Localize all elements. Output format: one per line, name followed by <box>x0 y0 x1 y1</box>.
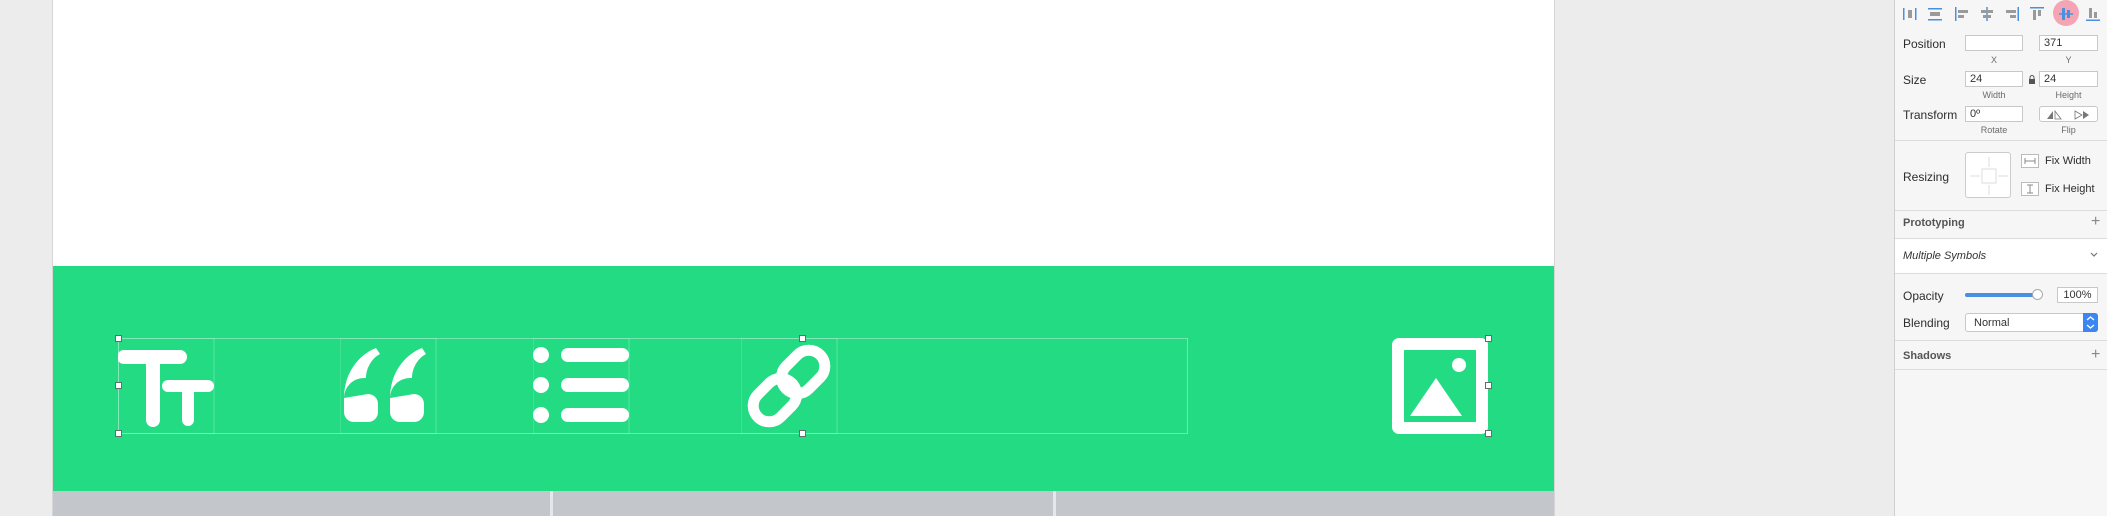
resize-handle[interactable] <box>115 430 122 437</box>
flip-caption: Flip <box>2061 125 2076 135</box>
divider <box>1895 273 2107 274</box>
image-icon[interactable] <box>1392 338 1488 434</box>
chevron-down-icon <box>2089 249 2099 263</box>
height-field[interactable]: 24 <box>2039 71 2098 87</box>
flip-control <box>2039 106 2098 122</box>
inspector-panel: Position 371 X Y Size 24 24 Width Height… <box>1894 0 2107 516</box>
text-size-icon[interactable] <box>118 338 218 434</box>
prototyping-add-button[interactable]: + <box>2091 214 2100 230</box>
position-x-caption: X <box>1990 55 1997 65</box>
resize-handle[interactable] <box>115 335 122 342</box>
align-center-horizontal-icon[interactable] <box>1978 5 1996 23</box>
align-middle-vertical-icon[interactable] <box>2057 5 2075 23</box>
rotate-caption: Rotate <box>1980 125 2008 135</box>
resize-handle[interactable] <box>1485 430 1492 437</box>
artboard[interactable] <box>53 0 1554 516</box>
align-bottom-icon[interactable] <box>2084 5 2102 23</box>
fix-width-icon[interactable] <box>2021 154 2039 171</box>
divider <box>1895 369 2107 370</box>
divider <box>1895 210 2107 211</box>
link-icon[interactable] <box>741 338 841 434</box>
position-label: Position <box>1903 37 1946 51</box>
position-y-caption: Y <box>2065 55 2072 65</box>
resize-handle[interactable] <box>115 382 122 389</box>
symbols-dropdown[interactable]: Multiple Symbols <box>1895 239 2107 273</box>
quote-icon[interactable] <box>340 338 440 434</box>
lock-icon[interactable] <box>2028 74 2036 88</box>
rotate-field[interactable]: 0º <box>1965 106 2023 122</box>
blending-value: Normal <box>1974 317 2010 329</box>
opacity-label: Opacity <box>1903 289 1944 303</box>
flip-horizontal-icon[interactable] <box>2046 109 2062 123</box>
divider <box>1895 340 2107 341</box>
fix-width-label[interactable]: Fix Width <box>2045 155 2091 167</box>
list-icon[interactable] <box>533 338 633 434</box>
selection-bounds <box>118 338 1188 434</box>
tab-bar-layer[interactable] <box>53 491 1554 516</box>
width-field[interactable]: 24 <box>1965 71 2023 87</box>
shadows-title: Shadows <box>1903 350 1952 362</box>
resizing-widget[interactable] <box>1965 152 2011 198</box>
distribute-vertical-icon[interactable] <box>1926 5 1944 23</box>
opacity-slider-knob[interactable] <box>2032 289 2043 300</box>
fix-height-icon[interactable] <box>2021 182 2039 199</box>
resize-handle[interactable] <box>1485 382 1492 389</box>
blending-label: Blending <box>1903 316 1950 330</box>
height-caption: Height <box>2055 90 2082 100</box>
editor-toolbar-layer[interactable] <box>53 266 1554 491</box>
size-label: Size <box>1903 73 1927 87</box>
align-top-icon[interactable] <box>2028 5 2046 23</box>
resize-handle[interactable] <box>1485 335 1492 342</box>
blending-select[interactable]: Normal <box>1965 313 2098 332</box>
opacity-slider-fill <box>1965 293 2038 297</box>
design-canvas[interactable] <box>0 0 1894 516</box>
tab-divider <box>1053 491 1056 516</box>
resize-handle[interactable] <box>799 430 806 437</box>
opacity-field[interactable]: 100% <box>2057 287 2098 303</box>
resize-handle[interactable] <box>799 335 806 342</box>
distribute-horizontal-icon[interactable] <box>1901 5 1919 23</box>
alignment-toolbar <box>1895 0 2107 28</box>
fix-height-label[interactable]: Fix Height <box>2045 183 2095 195</box>
shadows-add-button[interactable]: + <box>2091 347 2100 363</box>
resizing-label: Resizing <box>1903 170 1950 184</box>
flip-vertical-icon[interactable] <box>2074 109 2090 123</box>
divider <box>1895 140 2107 141</box>
tab-divider <box>550 491 553 516</box>
position-y-field[interactable]: 371 <box>2039 35 2098 51</box>
prototyping-title: Prototyping <box>1903 217 1965 229</box>
stepper-arrows-icon <box>2083 313 2098 332</box>
align-left-icon[interactable] <box>1953 5 1971 23</box>
position-x-field[interactable] <box>1965 35 2023 51</box>
width-caption: Width <box>1982 90 2006 100</box>
opacity-slider[interactable] <box>1965 289 2043 300</box>
symbols-value: Multiple Symbols <box>1903 250 1987 262</box>
transform-label: Transform <box>1903 108 1958 122</box>
align-right-icon[interactable] <box>2003 5 2021 23</box>
